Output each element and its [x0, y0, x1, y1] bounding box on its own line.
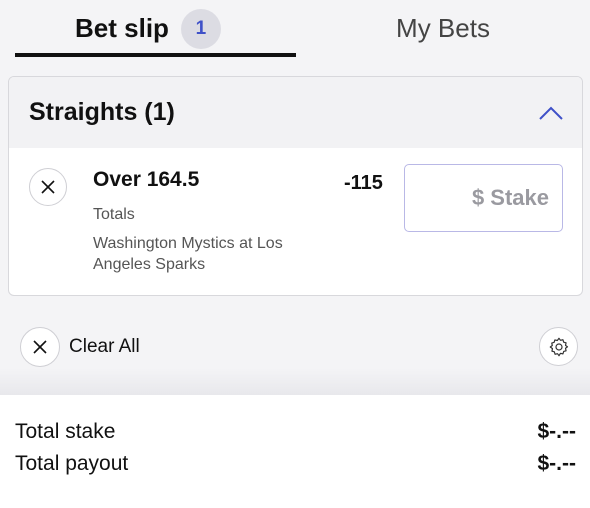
straights-card: Straights (1) Over 164.5 Totals Washingt…	[8, 76, 583, 296]
remove-bet-button[interactable]	[29, 168, 67, 206]
chevron-up-icon[interactable]	[538, 105, 564, 121]
stake-input[interactable]	[404, 164, 563, 232]
clear-all-icon-button[interactable]	[20, 327, 60, 367]
settings-button[interactable]	[539, 327, 578, 366]
total-payout-label: Total payout	[15, 452, 129, 475]
total-stake-label: Total stake	[15, 420, 116, 443]
odds-value: -115	[344, 172, 383, 194]
section-title: Straights (1)	[29, 98, 175, 126]
total-payout-row: Total payout $-.--	[15, 452, 576, 476]
clear-all-label: Clear All	[69, 336, 140, 357]
active-tab-indicator	[15, 53, 296, 57]
bet-count-badge: 1	[180, 8, 221, 49]
gear-icon	[549, 337, 568, 356]
scroll-fade	[0, 368, 590, 395]
tab-bet-slip-label: Bet slip	[75, 13, 169, 43]
total-stake-value: $-.--	[537, 420, 577, 443]
straights-header[interactable]: Straights (1)	[9, 77, 582, 148]
selection-name: Over 164.5	[93, 168, 200, 191]
close-icon	[41, 180, 55, 194]
tab-my-bets-label: My Bets	[396, 13, 490, 43]
event-name: Washington Mystics at Los Angeles Sparks	[93, 235, 283, 273]
total-stake-row: Total stake $-.--	[15, 420, 576, 444]
tab-bet-slip[interactable]: Bet slip 1	[0, 0, 296, 57]
bet-row: Over 164.5 Totals Washington Mystics at …	[9, 148, 582, 295]
total-payout-value: $-.--	[537, 452, 577, 475]
clear-all-button[interactable]: Clear All	[20, 327, 140, 367]
close-icon	[33, 340, 47, 354]
tab-my-bets[interactable]: My Bets	[296, 0, 590, 57]
totals-panel: Total stake $-.-- Total payout $-.--	[0, 395, 590, 508]
bet-tabs: Bet slip 1 My Bets	[0, 0, 590, 57]
market-name: Totals	[93, 206, 135, 223]
